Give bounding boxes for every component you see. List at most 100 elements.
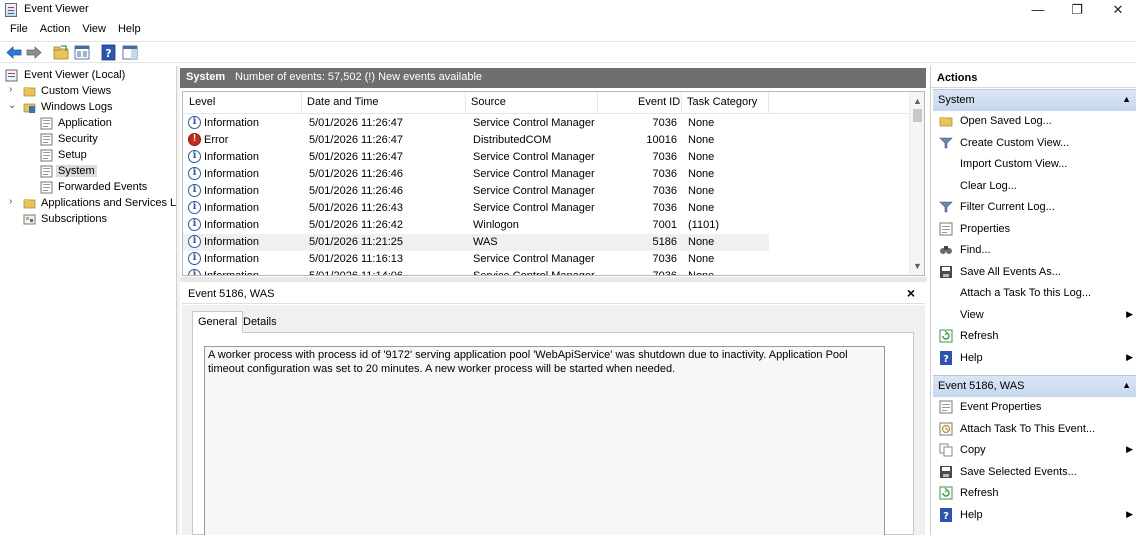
tree-subscriptions[interactable]: Subscriptions — [0, 212, 176, 228]
event-level: Information — [204, 117, 260, 129]
event-level: Information — [204, 168, 260, 180]
tree-setup[interactable]: Setup — [0, 148, 176, 164]
tree-apps-services[interactable]: › Applications and Services Lo — [0, 196, 176, 212]
actions-group-system[interactable]: System ▲ — [933, 89, 1136, 111]
event-date: 5/01/2026 11:26:42 — [309, 219, 403, 231]
column-divider[interactable] — [301, 92, 302, 114]
column-divider[interactable] — [681, 92, 682, 114]
back-icon[interactable] — [5, 44, 23, 61]
collapse-arrow-icon[interactable]: ▲ — [1122, 94, 1131, 104]
column-source[interactable]: Source — [471, 96, 506, 108]
help-icon: ? — [939, 350, 953, 365]
event-source: Service Control Manager — [473, 168, 595, 180]
event-category: None — [688, 236, 715, 248]
action-refresh[interactable]: Refresh — [933, 326, 1136, 346]
menu-bar: File Action View Help — [0, 21, 1136, 39]
log-icon — [40, 149, 53, 162]
action-event-properties[interactable]: Event Properties — [933, 397, 1136, 417]
action-help[interactable]: ? Help ▶ — [933, 505, 1136, 525]
event-row[interactable]: Information 5/01/2026 11:14:06 Service Con… — [183, 268, 769, 275]
tab-details[interactable]: Details — [238, 313, 282, 333]
event-source: WAS — [473, 236, 498, 248]
refresh-icon — [939, 329, 953, 343]
event-row[interactable]: Information 5/01/2026 11:26:46 Service Con… — [183, 166, 769, 183]
column-divider[interactable] — [768, 92, 769, 114]
action-attach-task-to-this-event[interactable]: Attach Task To This Event... — [933, 419, 1136, 439]
scroll-down-icon[interactable]: ▼ — [910, 259, 924, 273]
log-icon — [40, 117, 53, 130]
event-level: Information — [204, 236, 260, 248]
tree-application[interactable]: Application — [0, 116, 176, 132]
action-import-custom-view[interactable]: Import Custom View... — [933, 154, 1136, 174]
tree-system[interactable]: System — [0, 164, 176, 180]
tree-security[interactable]: Security — [0, 132, 176, 148]
menu-file[interactable]: File — [0, 21, 34, 37]
collapse-chevron-icon[interactable]: ⌄ — [8, 100, 16, 111]
windows-logs-icon — [23, 101, 36, 114]
action-clear-log[interactable]: Clear Log... — [933, 176, 1136, 196]
menu-view[interactable]: View — [76, 21, 112, 37]
grid-scrollbar[interactable]: ▲ ▼ — [909, 92, 924, 275]
event-date: 5/01/2026 11:16:13 — [309, 253, 403, 265]
tree-root[interactable]: Event Viewer (Local) — [0, 68, 176, 84]
action-save-all-events-as[interactable]: Save All Events As... — [933, 262, 1136, 282]
close-window-button[interactable]: ✕ — [1098, 0, 1136, 20]
information-icon — [188, 150, 201, 163]
maximize-button[interactable]: ❐ — [1057, 0, 1097, 20]
actions-group-event[interactable]: Event 5186, WAS ▲ — [933, 375, 1136, 397]
column-level[interactable]: Level — [189, 96, 215, 108]
column-event-id[interactable]: Event ID — [638, 96, 680, 108]
expand-chevron-icon[interactable]: › — [9, 84, 12, 95]
information-icon — [188, 235, 201, 248]
action-create-custom-view[interactable]: Create Custom View... — [933, 133, 1136, 153]
action-open-saved-log[interactable]: Open Saved Log... — [933, 111, 1136, 131]
forward-icon[interactable] — [25, 44, 43, 61]
event-row[interactable]: Information 5/01/2026 11:26:43 Service Con… — [183, 200, 769, 217]
help-icon[interactable]: ? — [100, 44, 118, 61]
event-row[interactable]: Information 5/01/2026 11:26:46 Service Con… — [183, 183, 769, 200]
minimize-button[interactable]: — — [1018, 0, 1058, 20]
tree-windows-logs[interactable]: ⌄ Windows Logs — [0, 100, 176, 116]
event-row[interactable]: Information 5/01/2026 11:26:47 Service Con… — [183, 149, 769, 166]
event-date: 5/01/2026 11:26:43 — [309, 202, 403, 214]
action-find[interactable]: Find... — [933, 240, 1136, 260]
close-detail-icon[interactable]: × — [907, 285, 915, 301]
action-properties[interactable]: Properties — [933, 219, 1136, 239]
scroll-thumb[interactable] — [913, 109, 922, 122]
copy-icon — [939, 443, 953, 457]
scroll-up-icon[interactable]: ▲ — [910, 94, 924, 108]
column-divider[interactable] — [465, 92, 466, 114]
column-divider[interactable] — [597, 92, 598, 114]
properties-icon — [939, 222, 953, 236]
subscriptions-icon — [23, 213, 36, 226]
action-save-selected-events[interactable]: Save Selected Events... — [933, 462, 1136, 482]
properties-icon[interactable] — [73, 44, 91, 61]
event-level: Information — [204, 219, 260, 231]
column-task-category[interactable]: Task Category — [687, 96, 757, 108]
menu-action[interactable]: Action — [34, 21, 77, 37]
action-attach-a-task-to-this-log[interactable]: Attach a Task To this Log... — [933, 283, 1136, 303]
column-date[interactable]: Date and Time — [307, 96, 379, 108]
show-pane-icon[interactable] — [121, 44, 139, 61]
action-filter-current-log[interactable]: Filter Current Log... — [933, 197, 1136, 217]
tree-custom-views[interactable]: › Custom Views — [0, 84, 176, 100]
action-copy[interactable]: Copy ▶ — [933, 440, 1136, 460]
action-refresh[interactable]: Refresh — [933, 483, 1136, 503]
event-row[interactable]: Error 5/01/2026 11:26:47 DistributedCOM 100… — [183, 132, 769, 149]
event-message-text[interactable]: A worker process with process id of '917… — [204, 346, 885, 535]
menu-help[interactable]: Help — [112, 21, 147, 37]
event-row[interactable]: Information 5/01/2026 11:26:47 Service Con… — [183, 115, 769, 132]
action-view[interactable]: View ▶ — [933, 305, 1136, 325]
tab-general[interactable]: General — [192, 311, 244, 333]
tree-setup-label: Setup — [58, 149, 87, 161]
action-help[interactable]: ? Help ▶ — [933, 348, 1136, 368]
open-folder-icon[interactable] — [52, 44, 70, 61]
event-row[interactable]: Information 5/01/2026 11:26:42 Winlogon 700… — [183, 217, 769, 234]
toolbar: ? — [0, 41, 1136, 63]
event-row[interactable]: Information 5/01/2026 11:21:25 WAS 5186 None — [183, 234, 769, 251]
tree-forwarded-events[interactable]: Forwarded Events — [0, 180, 176, 196]
collapse-arrow-icon[interactable]: ▲ — [1122, 380, 1131, 390]
horizontal-splitter[interactable] — [180, 277, 927, 282]
event-row[interactable]: Information 5/01/2026 11:16:13 Service Con… — [183, 251, 769, 268]
expand-chevron-icon[interactable]: › — [9, 196, 12, 207]
